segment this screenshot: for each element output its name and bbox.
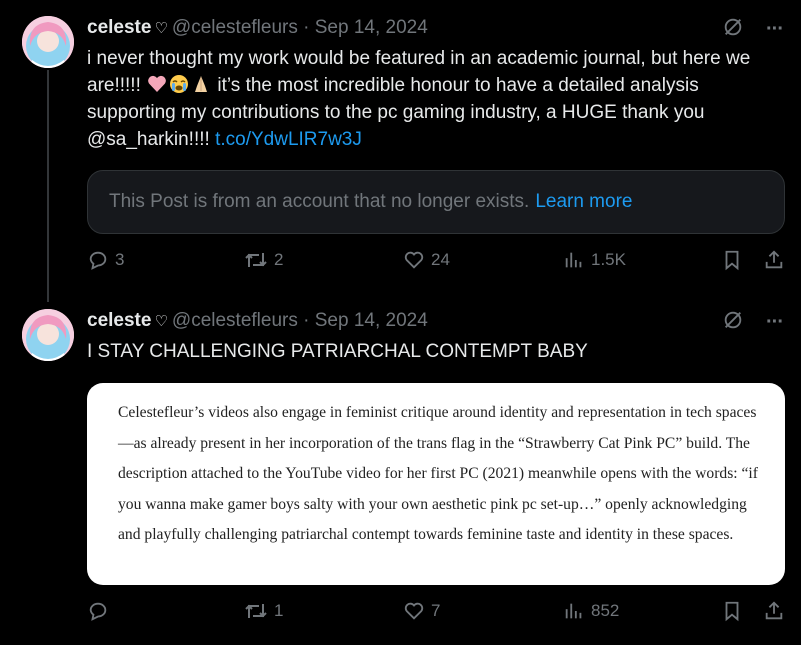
attached-image[interactable]: Celestefleur’s videos also engage in fem… bbox=[87, 383, 785, 585]
folded-hands-emoji-icon bbox=[191, 74, 211, 94]
avatar[interactable] bbox=[22, 309, 74, 361]
repost-count: 1 bbox=[274, 601, 284, 620]
repost-icon bbox=[245, 604, 267, 618]
grok-icon[interactable] bbox=[722, 309, 744, 336]
avatar[interactable] bbox=[22, 16, 74, 68]
heart-badge-icon: ♡ bbox=[154, 20, 168, 37]
reply-icon bbox=[89, 602, 107, 621]
repost-count: 2 bbox=[274, 250, 284, 269]
bookmark-button[interactable] bbox=[722, 249, 742, 271]
thread-connector-line bbox=[47, 70, 49, 302]
more-options-icon[interactable]: ··· bbox=[766, 18, 784, 41]
repost-button[interactable]: 2 bbox=[244, 249, 283, 271]
tweet-text: I STAY CHALLENGING PATRIARCHAL CONTEMPT … bbox=[87, 341, 588, 362]
action-bar: 1 7 852 bbox=[87, 600, 787, 630]
like-button[interactable]: 7 bbox=[403, 600, 440, 622]
crying-face-emoji-icon bbox=[169, 74, 189, 94]
tweet-text: i never thought my work would be feature… bbox=[87, 45, 787, 153]
reply-button[interactable] bbox=[87, 600, 115, 622]
more-options-icon[interactable]: ··· bbox=[766, 311, 784, 334]
reply-button[interactable]: 3 bbox=[87, 249, 124, 271]
image-excerpt-text: Celestefleur’s videos also engage in fem… bbox=[118, 404, 758, 543]
share-icon bbox=[765, 250, 783, 269]
tweet-link[interactable]: t.co/YdwLIR7w3J bbox=[215, 129, 362, 150]
post-date[interactable]: Sep 14, 2024 bbox=[315, 17, 428, 38]
analytics-icon bbox=[565, 252, 582, 268]
tweet-header: celeste ♡ @celestefleurs · Sep 14, 2024 bbox=[87, 309, 428, 334]
bookmark-button[interactable] bbox=[722, 600, 742, 622]
heart-icon bbox=[404, 251, 424, 269]
like-button[interactable]: 24 bbox=[403, 249, 450, 271]
user-handle[interactable]: @celestefleurs bbox=[172, 17, 298, 38]
learn-more-link[interactable]: Learn more bbox=[535, 191, 632, 213]
heart-icon bbox=[404, 602, 424, 620]
views-button[interactable]: 852 bbox=[563, 600, 619, 622]
view-count: 1.5K bbox=[591, 250, 626, 269]
heart-badge-icon: ♡ bbox=[154, 313, 168, 330]
share-icon bbox=[765, 601, 783, 620]
bookmark-icon bbox=[725, 250, 739, 271]
tweet-header: celeste ♡ @celestefleurs · Sep 14, 2024 bbox=[87, 16, 428, 41]
separator-dot: · bbox=[303, 17, 310, 38]
views-button[interactable]: 1.5K bbox=[563, 249, 626, 271]
reply-icon bbox=[89, 251, 107, 270]
like-count: 24 bbox=[431, 250, 450, 269]
action-bar: 3 2 24 1.5K bbox=[87, 249, 787, 279]
share-button[interactable] bbox=[763, 249, 785, 271]
post-date[interactable]: Sep 14, 2024 bbox=[315, 310, 428, 331]
unavailable-quote-card: This Post is from an account that no lon… bbox=[87, 170, 785, 234]
like-count: 7 bbox=[431, 601, 441, 620]
view-count: 852 bbox=[591, 601, 620, 620]
tweet-top-icons: ··· bbox=[722, 309, 784, 336]
display-name[interactable]: celeste bbox=[87, 310, 151, 331]
analytics-icon bbox=[565, 603, 582, 619]
bookmark-icon bbox=[725, 601, 739, 622]
display-name[interactable]: celeste bbox=[87, 17, 151, 38]
unavailable-notice: This Post is from an account that no lon… bbox=[109, 191, 530, 212]
reply-count: 3 bbox=[115, 250, 125, 269]
repost-button[interactable]: 1 bbox=[244, 600, 283, 622]
share-button[interactable] bbox=[763, 600, 785, 622]
pink-heart-emoji-icon bbox=[147, 74, 167, 94]
user-handle[interactable]: @celestefleurs bbox=[172, 310, 298, 331]
repost-icon bbox=[245, 253, 267, 267]
tweet-top-icons: ··· bbox=[722, 16, 784, 43]
grok-icon[interactable] bbox=[722, 16, 744, 43]
separator-dot: · bbox=[303, 310, 310, 331]
